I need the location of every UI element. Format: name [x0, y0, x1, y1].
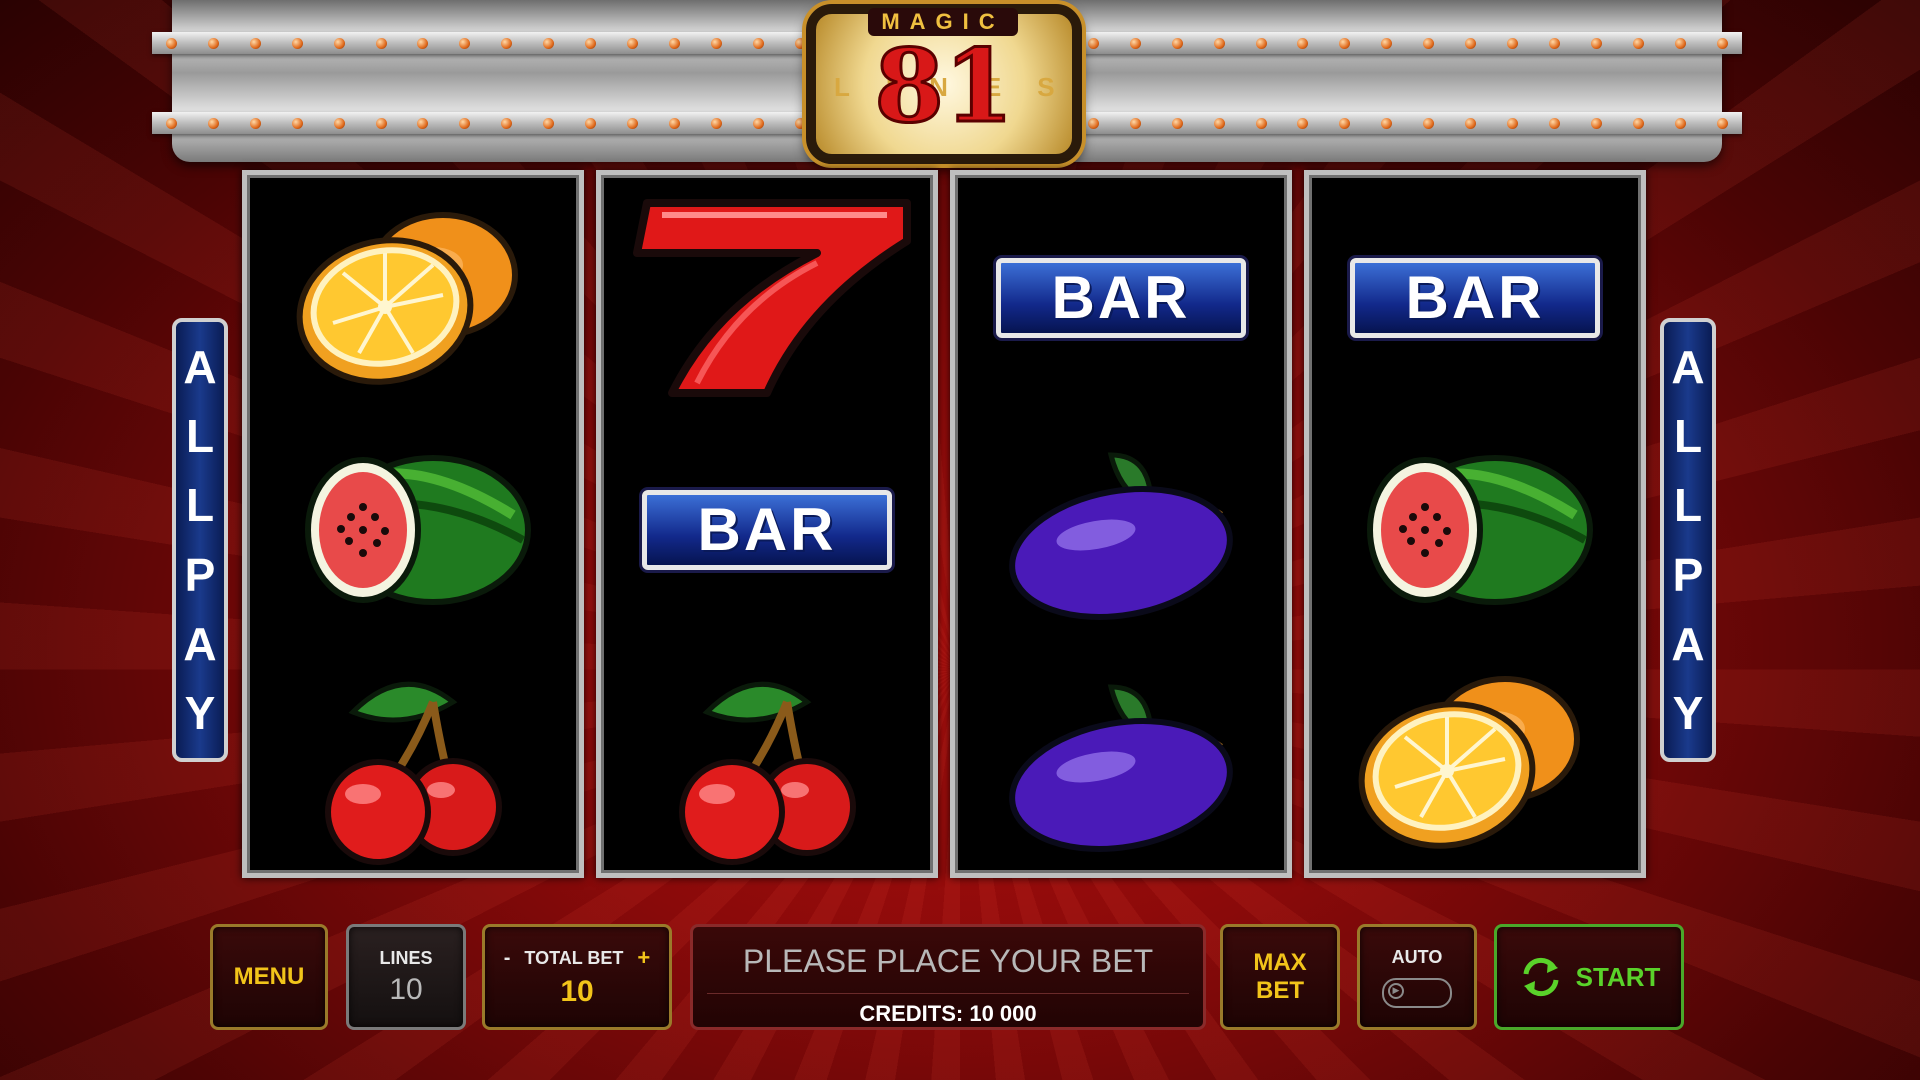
orange-symbol — [247, 183, 579, 413]
reel-4: BAR — [1304, 170, 1646, 878]
plum-icon — [1009, 452, 1233, 620]
credits-display: CREDITS: 10 000 — [859, 1001, 1037, 1026]
auto-label: AUTO — [1391, 946, 1443, 967]
plum-icon — [1009, 684, 1233, 852]
seven-symbol — [601, 183, 933, 413]
refresh-icon — [1523, 957, 1559, 997]
seven-icon — [633, 199, 911, 397]
bar-label: BAR — [996, 258, 1246, 338]
cherries-icon — [679, 681, 856, 865]
watermelon-icon — [305, 455, 531, 605]
lines-label: LINES — [379, 947, 433, 968]
orange-icon — [296, 212, 518, 385]
message-divider — [707, 993, 1189, 994]
allpay-letter: L — [1673, 409, 1703, 462]
watermelon-icon — [1367, 455, 1593, 605]
max-bet-label-line2: BET — [1256, 977, 1304, 1004]
allpay-letter: L — [185, 479, 215, 532]
play-icon: ▶ — [1388, 982, 1404, 999]
menu-button[interactable]: MENU — [210, 924, 328, 1030]
allpay-letter: A — [1671, 617, 1705, 670]
plum-symbol — [955, 415, 1287, 645]
watermelon-symbol — [247, 415, 579, 645]
allpay-letter: Y — [184, 687, 216, 740]
total-bet-label: TOTAL BET — [524, 947, 624, 968]
total-bet-plus-button[interactable]: + — [637, 945, 650, 971]
watermelon-symbol — [1309, 415, 1641, 645]
reel-1 — [242, 170, 584, 878]
total-bet-panel: - TOTAL BET + 10 — [482, 924, 672, 1030]
auto-toggle[interactable]: ▶ — [1382, 977, 1452, 1008]
plum-symbol — [955, 647, 1287, 877]
allpay-letter: P — [184, 548, 216, 601]
game-logo: LINES 81 MAGIC — [806, 4, 1082, 164]
lines-button[interactable]: LINES 10 — [346, 924, 466, 1030]
cherries-icon — [325, 681, 502, 865]
reel-2: BAR — [596, 170, 938, 878]
max-bet-button[interactable]: MAX BET — [1220, 924, 1340, 1030]
allpay-letter: A — [183, 340, 217, 393]
bet-message: PLEASE PLACE YOUR BET — [742, 943, 1154, 979]
allpay-panel-left: A L L P A Y — [172, 318, 228, 762]
start-label: START — [1575, 961, 1661, 992]
message-panel: PLEASE PLACE YOUR BET CREDITS: 10 000 — [690, 924, 1206, 1030]
allpay-letter: A — [183, 617, 217, 670]
allpay-panel-right: A L L P A Y — [1660, 318, 1716, 762]
allpay-letter: A — [1671, 340, 1705, 393]
logo-top-text: MAGIC — [868, 8, 1018, 36]
allpay-letter: P — [1672, 548, 1704, 601]
orange-icon — [1358, 676, 1580, 849]
bar-symbol: BAR — [955, 183, 1287, 413]
max-bet-label-line1: MAX — [1253, 949, 1307, 976]
bar-symbol: BAR — [601, 415, 933, 645]
lines-value: 10 — [389, 972, 423, 1006]
allpay-letter: Y — [1672, 687, 1704, 740]
reel-3: BAR — [950, 170, 1292, 878]
bar-label: BAR — [642, 490, 892, 570]
menu-label: MENU — [233, 963, 305, 990]
total-bet-minus-button[interactable]: - — [504, 947, 511, 970]
auto-button[interactable]: AUTO ▶ — [1357, 924, 1477, 1030]
bar-symbol: BAR — [1309, 183, 1641, 413]
cherries-symbol — [247, 647, 579, 877]
start-button[interactable]: START — [1494, 924, 1684, 1030]
cherries-symbol — [601, 647, 933, 877]
orange-symbol — [1309, 647, 1641, 877]
logo-number: 81 — [873, 27, 1015, 145]
allpay-letter: L — [1673, 479, 1703, 532]
bar-label: BAR — [1350, 258, 1600, 338]
allpay-letter: L — [185, 409, 215, 462]
total-bet-value: 10 — [560, 975, 594, 1008]
